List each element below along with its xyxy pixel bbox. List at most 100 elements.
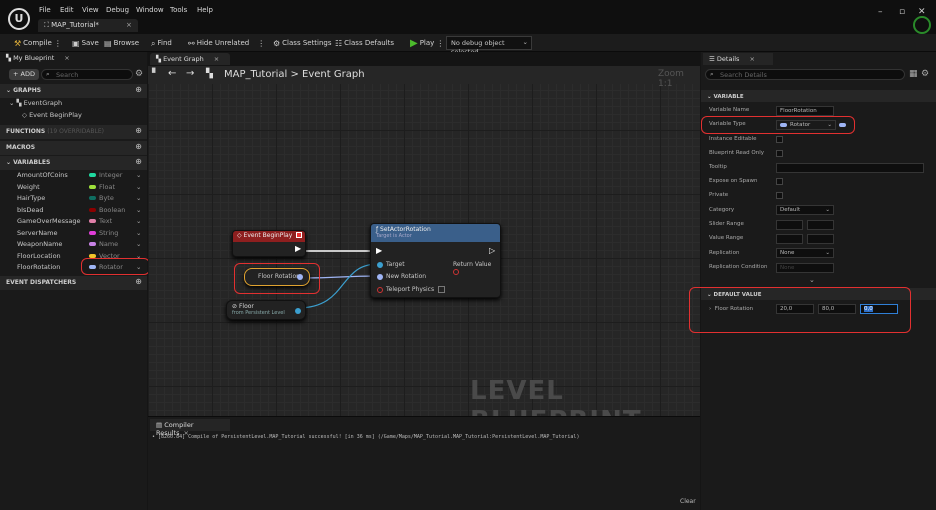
browse-button[interactable]: ▤ Browse: [104, 37, 139, 50]
exec-out-pin-icon[interactable]: ▷: [489, 246, 495, 255]
compile-options-icon[interactable]: ⋮: [54, 37, 62, 50]
variable-type[interactable]: String: [89, 228, 118, 239]
save-button[interactable]: ▣ Save: [72, 37, 99, 50]
replication-select[interactable]: None ⌄: [776, 248, 834, 258]
menu-file[interactable]: File: [39, 6, 51, 14]
category-select[interactable]: Default ⌄: [776, 205, 834, 215]
variable-type[interactable]: Name: [89, 239, 118, 250]
advanced-expand-icon[interactable]: ⌄: [809, 276, 815, 284]
teleport-physics-pin[interactable]: Teleport Physics: [377, 286, 446, 293]
breadcrumb-map[interactable]: MAP_Tutorial: [224, 69, 287, 80]
variable-row[interactable]: WeaponName Name ⌄: [0, 239, 147, 251]
variable-row[interactable]: GameOverMessage Text ⌄: [0, 216, 147, 228]
unreal-logo-icon[interactable]: U: [8, 8, 30, 30]
variable-row[interactable]: Weight Float ⌄: [0, 182, 147, 194]
variable-row[interactable]: HairType Byte ⌄: [0, 193, 147, 205]
target-pin[interactable]: Target: [377, 261, 405, 268]
variable-row[interactable]: bIsDead Boolean ⌄: [0, 205, 147, 217]
back-arrow-icon[interactable]: ←: [168, 68, 176, 79]
menu-window[interactable]: Window: [136, 6, 164, 14]
breadcrumb-graph[interactable]: Event Graph: [302, 69, 365, 80]
value-min-input[interactable]: [776, 234, 803, 244]
my-blueprint-tab[interactable]: ▚ My Blueprint ×: [0, 52, 147, 64]
variable-type[interactable]: Boolean: [89, 205, 125, 216]
menu-view[interactable]: View: [82, 6, 99, 14]
menu-tools[interactable]: Tools: [170, 6, 187, 14]
slider-min-input[interactable]: [776, 220, 803, 230]
section-event-dispatchers[interactable]: EVENT DISPATCHERS ⊕: [0, 276, 147, 290]
variable-type[interactable]: Integer: [89, 170, 122, 181]
pin-icon[interactable]: ▘: [152, 69, 159, 79]
object-pin-icon[interactable]: [295, 308, 301, 314]
blueprint-readonly-checkbox[interactable]: [776, 150, 783, 157]
add-dispatcher-icon[interactable]: ⊕: [135, 278, 142, 286]
expose-on-spawn-checkbox[interactable]: [776, 178, 783, 185]
play-options-icon[interactable]: ⋮: [436, 37, 444, 50]
graph-canvas[interactable]: ◇ Event BeginPlay ▶ Floor Rotation ⊘ Flo…: [148, 66, 700, 416]
tooltip-input[interactable]: [776, 163, 924, 173]
class-defaults-button[interactable]: ☷ Class Defaults: [335, 37, 394, 50]
gear-icon[interactable]: ⚙: [921, 69, 929, 79]
menu-debug[interactable]: Debug: [106, 6, 129, 14]
search-input[interactable]: ⌕ Search: [41, 69, 133, 80]
chevron-down-icon[interactable]: ⌄: [136, 239, 141, 250]
return-value-pin[interactable]: Return Value: [453, 261, 500, 275]
variable-row[interactable]: AmountOfCoins Integer ⌄: [0, 170, 147, 182]
close-tab-icon[interactable]: ×: [126, 21, 132, 29]
event-graph-tab[interactable]: ▚ Event Graph ×: [150, 53, 230, 65]
more-options-icon[interactable]: ⋮: [257, 37, 265, 50]
hide-unrelated-button[interactable]: ⚯ Hide Unrelated ⋮: [188, 37, 265, 50]
eventgraph-item[interactable]: ⌄ ▚ EventGraph: [9, 98, 62, 110]
close-tab-icon[interactable]: ×: [749, 55, 754, 63]
variable-row[interactable]: ServerName String ⌄: [0, 228, 147, 240]
set-actor-rotation-node[interactable]: ƒ SetActorRotation Target is Actor ▶ ▷ Ta…: [370, 223, 501, 298]
close-tab-icon[interactable]: ×: [214, 55, 219, 63]
document-tab[interactable]: ⛶ MAP_Tutorial* ×: [38, 19, 138, 32]
forward-arrow-icon[interactable]: →: [186, 68, 194, 79]
chevron-down-icon[interactable]: ⌄: [136, 182, 141, 193]
chevron-down-icon[interactable]: ⌄: [136, 170, 141, 181]
event-beginplay-node[interactable]: ◇ Event BeginPlay ▶: [232, 230, 306, 257]
variable-type[interactable]: Float: [89, 182, 115, 193]
new-rotation-pin[interactable]: New Rotation: [377, 273, 426, 280]
class-settings-button[interactable]: ⚙ Class Settings: [273, 37, 332, 50]
rotator-pin-icon[interactable]: [297, 274, 303, 280]
details-tab[interactable]: ☰ Details ×: [703, 53, 773, 65]
section-variable[interactable]: ⌄ VARIABLE: [701, 90, 936, 102]
details-search-input[interactable]: ⌕ Search Details: [705, 69, 905, 80]
chevron-down-icon[interactable]: ⌄: [136, 216, 141, 227]
maximize-icon[interactable]: ▫: [899, 7, 905, 17]
chevron-down-icon[interactable]: ⌄: [136, 205, 141, 216]
chevron-down-icon[interactable]: ⌄: [136, 193, 141, 204]
exec-in-pin-icon[interactable]: ▶: [376, 246, 382, 255]
value-max-input[interactable]: [807, 234, 834, 244]
section-graphs[interactable]: ⌄ GRAPHS ⊕: [0, 84, 147, 98]
play-button[interactable]: ▶ Play ⋮: [410, 37, 444, 50]
find-button[interactable]: ⌕ Find: [151, 37, 172, 50]
add-function-icon[interactable]: ⊕: [135, 127, 142, 135]
source-control-icon[interactable]: [913, 16, 931, 34]
gear-icon[interactable]: ⚙: [135, 69, 143, 79]
private-checkbox[interactable]: [776, 192, 783, 199]
variable-name-input[interactable]: FloorRotation: [776, 106, 834, 116]
section-variables[interactable]: ⌄ VARIABLES ⊕: [0, 156, 147, 170]
menu-help[interactable]: Help: [197, 6, 213, 14]
variable-type[interactable]: Byte: [89, 193, 114, 204]
floor-actor-node[interactable]: ⊘ Floor from Persistent Level: [226, 300, 306, 320]
beginplay-item[interactable]: ◇ Event BeginPlay: [22, 110, 82, 122]
delegate-pin-icon[interactable]: [296, 232, 302, 238]
exec-out-pin-icon[interactable]: ▶: [295, 244, 301, 253]
chevron-down-icon[interactable]: ⌄: [136, 228, 141, 239]
clear-button[interactable]: Clear: [680, 498, 696, 505]
slider-max-input[interactable]: [807, 220, 834, 230]
minimize-icon[interactable]: –: [878, 7, 883, 17]
variable-type[interactable]: Text: [89, 216, 112, 227]
instance-editable-checkbox[interactable]: [776, 136, 783, 143]
section-functions[interactable]: FUNCTIONS (19 OVERRIDABLE) ⊕: [0, 125, 147, 139]
floor-rotation-node[interactable]: Floor Rotation: [244, 268, 310, 286]
compiler-results-tab[interactable]: ▤ Compiler Results ×: [150, 419, 230, 437]
section-macros[interactable]: MACROS ⊕: [0, 141, 147, 155]
add-macro-icon[interactable]: ⊕: [135, 143, 142, 151]
menu-edit[interactable]: Edit: [60, 6, 74, 14]
close-tab-icon[interactable]: ×: [64, 54, 69, 62]
